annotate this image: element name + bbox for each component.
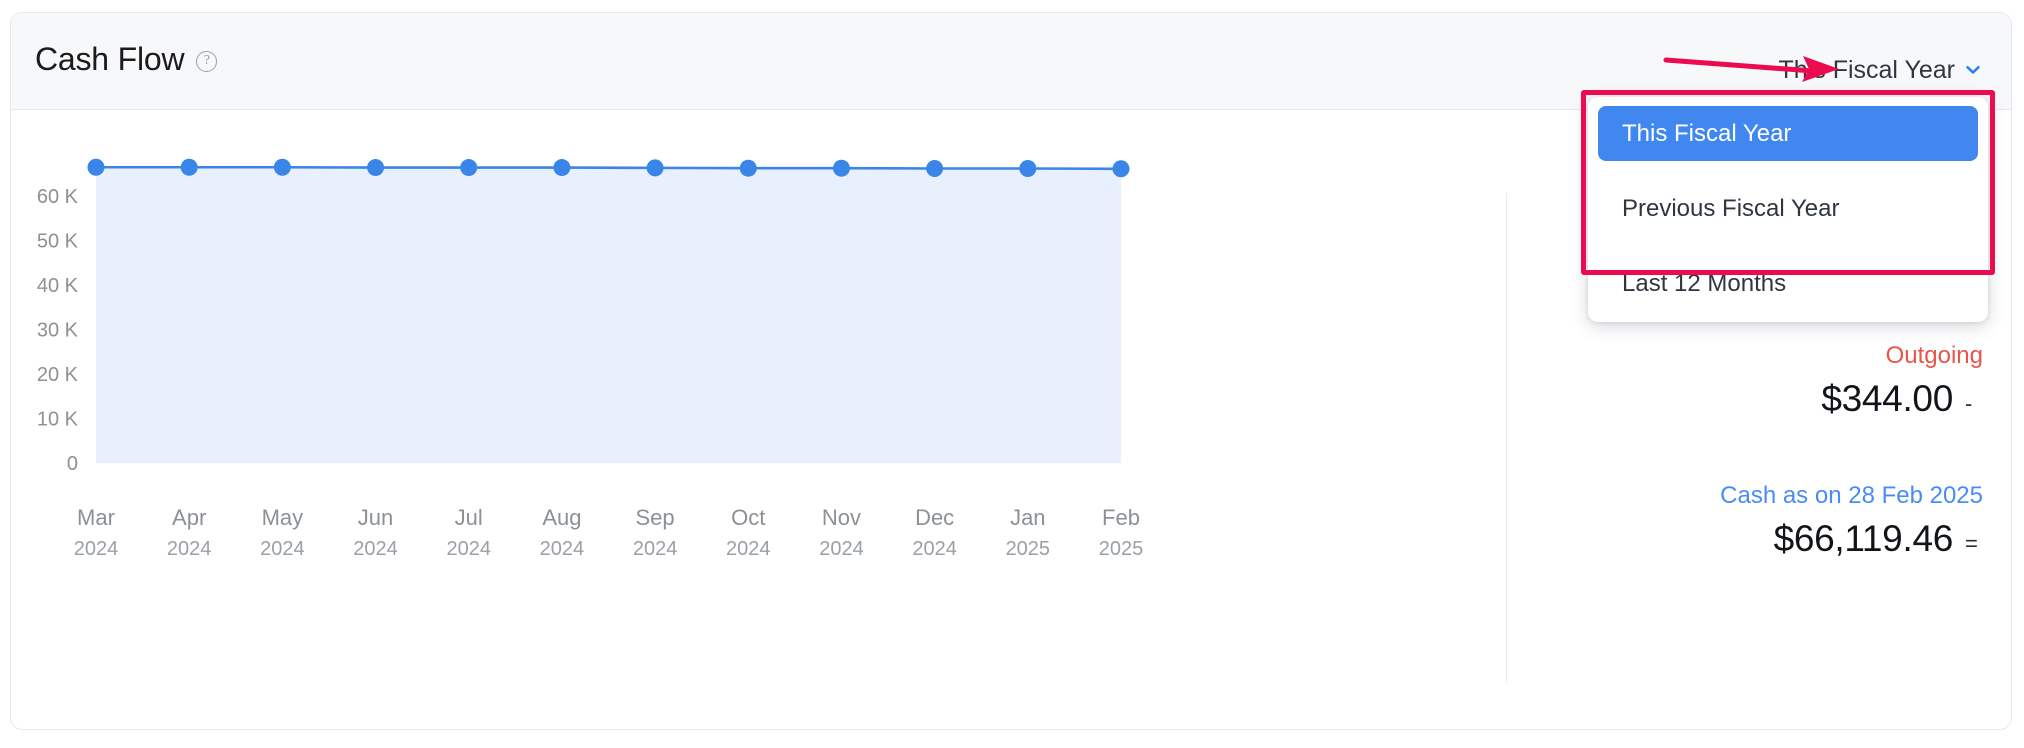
chart-data-point[interactable] [553, 159, 571, 177]
x-axis-month-label: May [262, 505, 304, 530]
card-header: Cash Flow ? This Fiscal Year [11, 13, 2011, 110]
summary-cash-label[interactable]: Cash as on 28 Feb 2025 [1523, 481, 1983, 511]
x-axis-month-label: Nov [822, 505, 861, 530]
chart-data-point[interactable] [739, 159, 757, 177]
chart-data-point[interactable] [1112, 160, 1130, 178]
chart-data-point[interactable] [180, 158, 198, 176]
x-axis-month-label: Jan [1010, 505, 1045, 530]
y-axis-tick-label: 30 K [37, 320, 79, 342]
summary-outgoing-row: $344.00 - [1523, 377, 1983, 421]
summary-cash-value: $66,119.46 [1773, 518, 1954, 559]
chart-data-point[interactable] [1019, 160, 1037, 178]
x-axis-year-label: 2025 [1099, 538, 1144, 560]
period-selector-button[interactable]: This Fiscal Year [1779, 55, 1981, 85]
dropdown-option-last-12-months[interactable]: Last 12 Months [1598, 256, 1978, 311]
y-axis-tick-label: 40 K [37, 275, 79, 297]
x-axis-month-label: Apr [172, 505, 206, 530]
summary-cash-row: $66,119.46 = [1523, 517, 1983, 561]
x-axis-year-label: 2024 [819, 538, 864, 560]
x-axis-month-label: Jun [358, 505, 393, 530]
y-axis-tick-label: 10 K [37, 409, 79, 431]
chart-data-point[interactable] [273, 158, 291, 176]
x-axis-year-label: 2024 [726, 538, 771, 560]
x-axis-month-label: Aug [542, 505, 581, 530]
x-axis-month-label: Jul [455, 505, 483, 530]
period-selector-label: This Fiscal Year [1778, 56, 1955, 84]
cash-flow-chart: 0 10 K 20 K 30 K 40 K 50 K 60 K Mar 2024 Apr 2024… [11, 110, 1506, 730]
chevron-down-icon [1966, 66, 1980, 74]
x-axis-month-label: Oct [731, 505, 765, 530]
y-axis-tick-label: 50 K [37, 231, 79, 253]
x-axis-year-label: 2024 [74, 538, 119, 560]
summary-cash-operator: = [1965, 531, 1978, 556]
chart-data-point[interactable] [832, 159, 850, 177]
x-axis-month-label: Sep [636, 505, 675, 530]
chart-data-point[interactable] [87, 158, 105, 176]
dropdown-option-this-fiscal-year[interactable]: This Fiscal Year [1598, 106, 1978, 161]
x-axis-month-label: Dec [915, 505, 954, 530]
chart-data-point[interactable] [460, 159, 478, 177]
summary-cash: Cash as on 28 Feb 2025 $66,119.46 = [1523, 481, 1983, 561]
x-axis-year-label: 2024 [446, 538, 491, 560]
y-axis-tick-label: 60 K [37, 186, 79, 208]
x-axis-year-label: 2024 [260, 538, 305, 560]
summary-outgoing-operator: - [1965, 391, 1973, 416]
chart-x-axis-labels: Mar 2024 Apr 2024 May 2024 Jun 2024 Jul 2024 Aug 20… [74, 505, 1144, 560]
x-axis-year-label: 2024 [912, 538, 957, 560]
summary-outgoing-label: Outgoing [1885, 342, 1983, 369]
y-axis-tick-label: 0 [67, 453, 78, 475]
cash-flow-widget: Cash Flow ? This Fiscal Year 0 10 K 20 K 30… [0, 0, 2024, 748]
title-wrap: Cash Flow ? [35, 40, 218, 78]
period-dropdown-menu[interactable]: This Fiscal Year Previous Fiscal Year La… [1588, 97, 1988, 322]
x-axis-year-label: 2024 [633, 538, 678, 560]
x-axis-year-label: 2024 [540, 538, 585, 560]
x-axis-month-label: Feb [1102, 505, 1140, 530]
x-axis-year-label: 2024 [167, 538, 212, 560]
dropdown-option-previous-fiscal-year[interactable]: Previous Fiscal Year [1598, 181, 1978, 236]
summary-outgoing-value: $344.00 [1821, 378, 1953, 419]
x-axis-month-label: Mar [77, 505, 115, 530]
x-axis-year-label: 2024 [353, 538, 398, 560]
chart-data-point[interactable] [367, 159, 385, 177]
chart-data-point[interactable] [646, 159, 664, 177]
chart-y-axis-labels: 0 10 K 20 K 30 K 40 K 50 K 60 K [37, 186, 79, 475]
summary-outgoing: Outgoing $344.00 - [1523, 341, 1983, 421]
chart-svg: 0 10 K 20 K 30 K 40 K 50 K 60 K Mar 2024 Apr 2024… [37, 158, 1144, 560]
x-axis-year-label: 2025 [1006, 538, 1051, 560]
panel-divider [1506, 193, 1507, 683]
chart-data-point[interactable] [926, 160, 944, 178]
chart-area-fill [96, 167, 1121, 463]
page-title: Cash Flow [35, 41, 185, 77]
dropdown-spacer-1 [1598, 161, 1978, 181]
y-axis-tick-label: 20 K [37, 364, 79, 386]
question-mark-circle-icon[interactable]: ? [196, 50, 218, 72]
dropdown-spacer-2 [1598, 236, 1978, 256]
